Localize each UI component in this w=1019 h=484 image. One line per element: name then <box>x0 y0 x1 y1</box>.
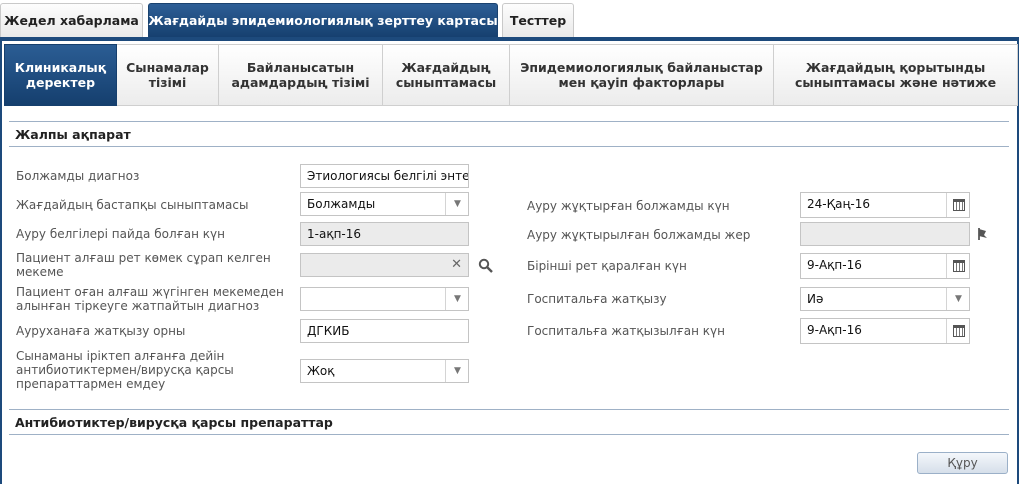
first-diag-select[interactable]: ▼ <box>300 287 469 311</box>
divider <box>9 409 1009 410</box>
subtab-samples[interactable]: Сынамалар тізімі <box>117 44 219 106</box>
initial-class-value: Болжамды <box>307 197 376 211</box>
subtab-label: мен қауіп факторлары <box>558 75 725 90</box>
pin-icon[interactable] <box>976 226 990 242</box>
calendar-glyph <box>952 325 965 337</box>
divider <box>9 121 1009 122</box>
infection-date-value: 24-Қаң-16 <box>807 197 870 211</box>
calendar-icon[interactable] <box>946 254 969 278</box>
label-first-facility: Пациент алғаш рет көмек сұрап келген мек… <box>16 251 271 279</box>
subtab-case-classification[interactable]: Жағдайдың сыныптамасы <box>383 44 510 106</box>
treatment-select[interactable]: Жоқ ▼ <box>300 359 469 383</box>
infection-place-field[interactable] <box>800 222 970 246</box>
label-symptom-date: Ауру белгілері пайда болған күн <box>16 227 225 241</box>
subtab-contacts[interactable]: Байланысатын адамдардың тізімі <box>219 44 383 106</box>
first-exam-value: 9-Ақп-16 <box>807 258 862 272</box>
subtab-label: тізімі <box>148 75 187 90</box>
chevron-down-icon[interactable]: ▼ <box>445 288 468 310</box>
subtab-risk-factors[interactable]: Эпидемиологиялық байланыстар мен қауіп фа… <box>510 44 774 106</box>
divider <box>9 146 1009 147</box>
calendar-glyph <box>952 199 965 211</box>
hosp-date-value: 9-Ақп-16 <box>807 323 862 337</box>
diagnosis-field[interactable]: Этиологиясы белгілі энтері <box>300 164 469 188</box>
subtab-label: деректер <box>25 75 96 90</box>
label-line: Пациент алғаш рет көмек сұрап келген <box>16 251 271 265</box>
subtab-label: Эпидемиологиялық байланыстар <box>520 60 763 75</box>
subtab-label: Сынамалар <box>126 60 209 75</box>
calendar-icon[interactable] <box>946 193 969 217</box>
top-tab-bar: Жедел хабарлама Жағдайды эпидемиологиялы… <box>0 0 1019 40</box>
section-title-antibiotics: Антибиотиктер/вирусқа қарсы препараттар <box>15 415 333 430</box>
subtab-label: Жағдайдың қорытынды <box>805 60 986 75</box>
calendar-glyph <box>952 260 965 272</box>
build-button[interactable]: Құру <box>917 452 1008 474</box>
subtab-label: Клиникалық <box>14 60 107 75</box>
subtab-label: Байланысатын <box>246 60 355 75</box>
label-diagnosis: Болжамды диагноз <box>16 169 140 183</box>
tab-tests[interactable]: Тесттер <box>502 3 574 37</box>
label-hospitalization: Госпитальға жатқызу <box>527 292 667 306</box>
chevron-down-icon[interactable]: ▼ <box>946 288 969 310</box>
label-line: Пациент оған алғаш жүгінген мекемеден <box>16 285 284 299</box>
subtab-label: сыныптамасы <box>395 75 497 90</box>
label-line: мекеме <box>16 265 64 279</box>
chevron-down-icon[interactable]: ▼ <box>445 360 468 382</box>
label-line: Сынаманы іріктеп алғанға дейін <box>16 349 225 363</box>
symptom-date-field[interactable]: 1-ақп-16 <box>300 222 469 246</box>
label-initial-class: Жағдайдың бастапқы сыныптамасы <box>16 198 249 212</box>
initial-class-select[interactable]: Болжамды ▼ <box>300 192 469 216</box>
subtab-label: адамдардың тізімі <box>231 75 370 90</box>
divider <box>9 434 1009 435</box>
label-hospital: Ауруханаға жатқызу орны <box>16 324 186 338</box>
label-infection-date: Ауру жұқтырған болжамды күн <box>527 199 730 213</box>
hospitalization-value: Иә <box>807 292 824 306</box>
section-title-general: Жалпы ақпарат <box>15 127 131 142</box>
hosp-date-field[interactable]: 9-Ақп-16 <box>800 318 970 344</box>
subtab-label: сыныптамасы және нәтиже <box>794 75 997 90</box>
label-infection-place: Ауру жұқтырылған болжамды жер <box>527 228 751 242</box>
label-line: препараттармен емдеу <box>16 377 166 391</box>
label-line: антибиотиктермен/вирусқа қарсы <box>16 363 234 377</box>
hospital-field[interactable]: ДГКИБ <box>300 319 469 343</box>
subtab-final-classification[interactable]: Жағдайдың қорытынды сыныптамасы және нәти… <box>774 44 1018 106</box>
label-first-exam: Бірінші рет қаралған күн <box>527 259 687 273</box>
tab-epidemiological-card[interactable]: Жағдайды эпидемиологиялық зерттеу картас… <box>148 3 498 37</box>
label-line: алынған тіркеуге жатпайтын диагноз <box>16 299 260 313</box>
subtab-label: Жағдайдың <box>401 60 491 75</box>
search-icon[interactable] <box>478 258 494 274</box>
first-exam-field[interactable]: 9-Ақп-16 <box>800 253 970 279</box>
infection-date-field[interactable]: 24-Қаң-16 <box>800 192 970 218</box>
tab-urgent-notice[interactable]: Жедел хабарлама <box>0 3 143 37</box>
subtab-clinical-data[interactable]: Клиникалық деректер <box>4 44 117 106</box>
sub-tab-bar: Клиникалық деректер Сынамалар тізімі Байла… <box>4 44 1018 106</box>
close-icon[interactable]: ✕ <box>451 257 462 272</box>
first-facility-field[interactable]: ✕ <box>300 253 469 277</box>
label-treatment: Сынаманы іріктеп алғанға дейін антибиоти… <box>16 349 234 391</box>
chevron-down-icon[interactable]: ▼ <box>445 193 468 215</box>
hospitalization-select[interactable]: Иә ▼ <box>800 287 970 311</box>
label-hosp-date: Госпитальға жатқызылған күн <box>527 324 725 338</box>
calendar-icon[interactable] <box>946 319 969 343</box>
treatment-value: Жоқ <box>307 364 335 378</box>
label-first-diag: Пациент оған алғаш жүгінген мекемеден ал… <box>16 285 284 313</box>
